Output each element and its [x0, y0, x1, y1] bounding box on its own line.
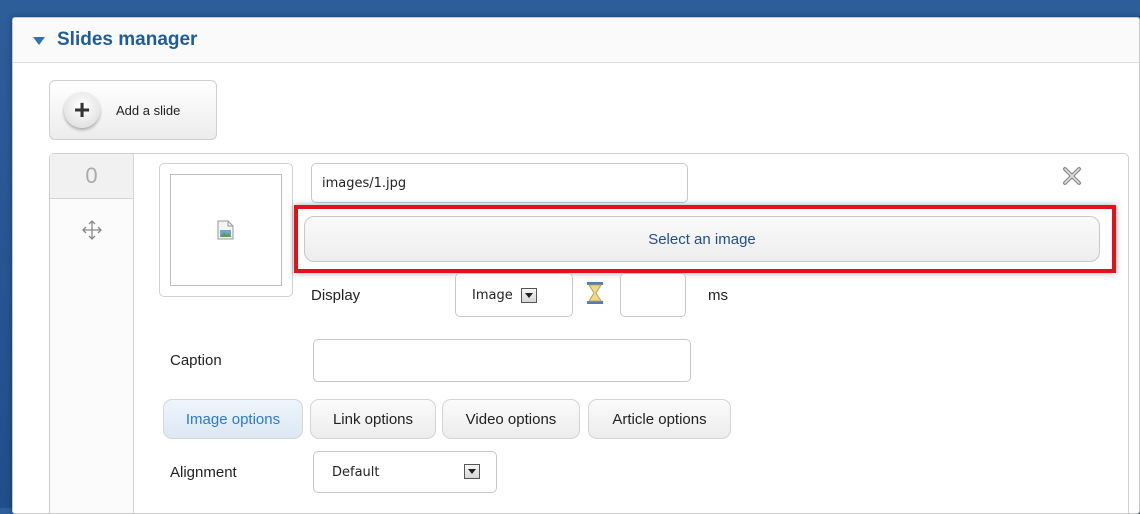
alignment-select[interactable]: Default	[313, 451, 497, 493]
caption-label: Caption	[170, 352, 222, 369]
hourglass-icon	[587, 282, 603, 304]
plus-icon: +	[64, 92, 100, 128]
collapse-triangle-icon[interactable]	[33, 37, 45, 45]
tab-article-options[interactable]: Article options	[588, 399, 731, 439]
caption-input[interactable]	[313, 339, 691, 382]
display-label: Display	[311, 287, 361, 304]
panel-title: Slides manager	[57, 29, 198, 50]
tab-link-options[interactable]: Link options	[310, 399, 436, 439]
display-value: Image	[472, 287, 513, 303]
panel-header[interactable]: Slides manager	[13, 18, 1139, 63]
slides-manager-panel: Slides manager + Add a slide 0 images/1.…	[12, 17, 1140, 514]
broken-image-icon	[217, 220, 234, 240]
duration-unit-label: ms	[708, 287, 728, 304]
dropdown-arrow-icon[interactable]	[520, 287, 537, 303]
image-thumbnail[interactable]	[159, 163, 293, 297]
image-path-input[interactable]	[311, 163, 688, 203]
slide-index: 0	[50, 154, 133, 199]
move-icon[interactable]	[81, 219, 102, 241]
image-preview	[170, 174, 282, 286]
alignment-value: Default	[332, 464, 380, 480]
highlight-box	[294, 205, 1116, 273]
add-slide-label: Add a slide	[116, 102, 181, 118]
alignment-label: Alignment	[170, 464, 237, 481]
duration-input[interactable]	[620, 273, 686, 317]
dropdown-arrow-icon[interactable]	[464, 464, 480, 479]
close-icon[interactable]	[1062, 166, 1082, 186]
tab-image-options[interactable]: Image options	[163, 399, 303, 439]
slide-item: 0 images/1.jpg Select an image Display I…	[49, 153, 1129, 513]
display-select[interactable]: Image	[455, 273, 573, 317]
tab-video-options[interactable]: Video options	[442, 399, 580, 439]
slide-sidebar: 0	[50, 154, 134, 513]
add-slide-button[interactable]: + Add a slide	[49, 80, 217, 140]
